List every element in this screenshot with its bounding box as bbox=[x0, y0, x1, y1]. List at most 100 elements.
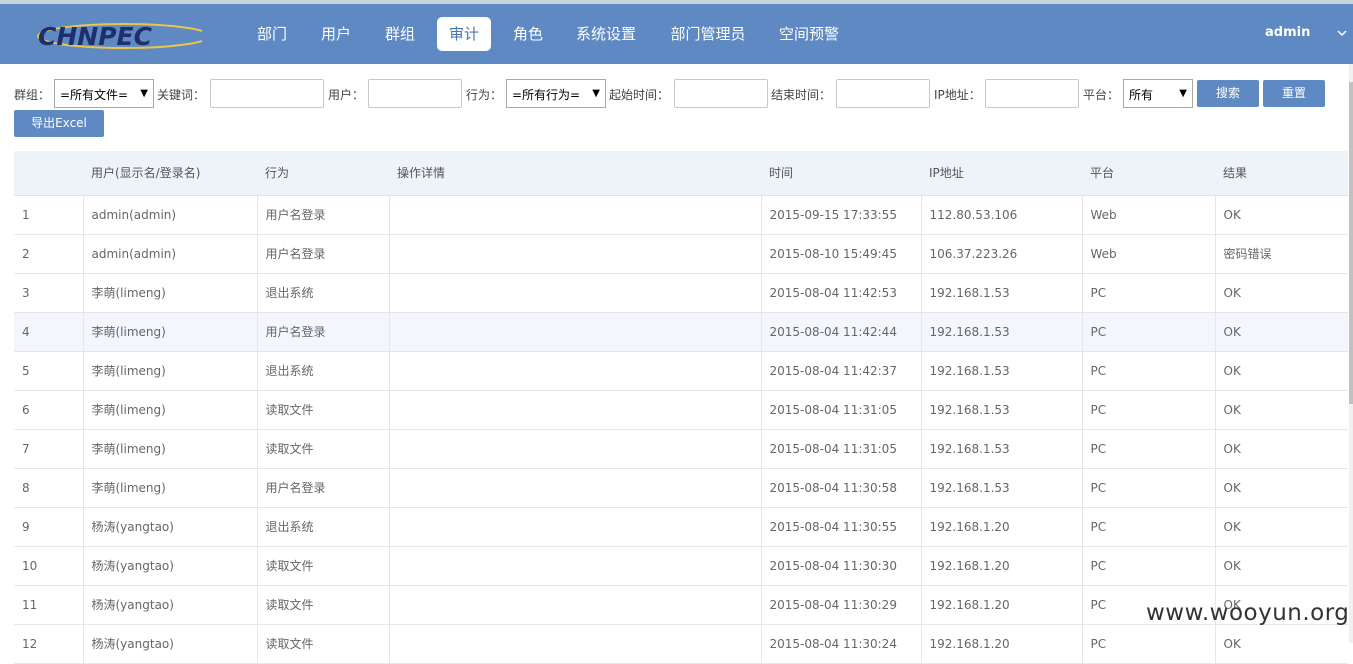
nav-item-roles[interactable]: 角色 bbox=[506, 17, 550, 51]
cell-action: 读取文件 bbox=[257, 585, 390, 625]
cell-details bbox=[389, 390, 762, 430]
cell-platform: PC bbox=[1082, 468, 1216, 508]
nav-item-groups[interactable]: 群组 bbox=[378, 17, 422, 51]
cell-details bbox=[389, 312, 762, 352]
cell-index: 1 bbox=[14, 195, 84, 235]
cell-user: 李萌(limeng) bbox=[83, 429, 258, 469]
cell-time: 2015-09-15 17:33:55 bbox=[761, 195, 922, 235]
cell-index: 4 bbox=[14, 312, 84, 352]
table-row[interactable]: 8 李萌(limeng) 用户名登录 2015-08-04 11:30:58 192.1… bbox=[14, 468, 1348, 508]
end-time-input[interactable] bbox=[836, 79, 930, 108]
keyword-input[interactable] bbox=[210, 79, 324, 108]
cell-action: 用户名登录 bbox=[257, 312, 390, 352]
watermark-text: www.wooyun.org bbox=[1146, 600, 1350, 626]
cell-platform: PC bbox=[1082, 390, 1216, 430]
nav-item-dept-admin[interactable]: 部门管理员 bbox=[664, 17, 752, 51]
cell-ip: 192.168.1.20 bbox=[921, 624, 1083, 664]
cell-ip: 192.168.1.20 bbox=[921, 585, 1083, 625]
cell-user: 李萌(limeng) bbox=[83, 468, 258, 508]
search-button[interactable]: 搜索 bbox=[1197, 80, 1259, 107]
cell-user: 杨涛(yangtao) bbox=[83, 507, 258, 547]
table-row[interactable]: 1 admin(admin) 用户名登录 2015-09-15 17:33:55 112… bbox=[14, 195, 1348, 235]
table-row[interactable]: 5 李萌(limeng) 退出系统 2015-08-04 11:42:37 192.16… bbox=[14, 351, 1348, 391]
column-header-platform: 平台 bbox=[1082, 151, 1215, 196]
cell-ip: 192.168.1.20 bbox=[921, 546, 1083, 586]
cell-result: OK bbox=[1215, 273, 1348, 313]
cell-action: 用户名登录 bbox=[257, 234, 390, 274]
reset-button[interactable]: 重置 bbox=[1263, 80, 1325, 107]
cell-time: 2015-08-04 11:30:24 bbox=[761, 624, 922, 664]
cell-action: 读取文件 bbox=[257, 390, 390, 430]
group-label: 群组： bbox=[14, 88, 51, 102]
nav-item-system-settings[interactable]: 系统设置 bbox=[570, 17, 642, 51]
column-header-index bbox=[14, 151, 83, 196]
table-row[interactable]: 6 李萌(limeng) 读取文件 2015-08-04 11:31:05 192.16… bbox=[14, 390, 1348, 430]
cell-platform: Web bbox=[1082, 234, 1216, 274]
chevron-down-icon[interactable] bbox=[1336, 28, 1348, 38]
cell-platform: PC bbox=[1082, 507, 1216, 547]
cell-platform: PC bbox=[1082, 624, 1216, 664]
table-row[interactable]: 7 李萌(limeng) 读取文件 2015-08-04 11:31:05 192.16… bbox=[14, 429, 1348, 469]
cell-user: admin(admin) bbox=[83, 195, 258, 235]
table-row[interactable]: 9 杨涛(yangtao) 退出系统 2015-08-04 11:30:55 192.1… bbox=[14, 507, 1348, 547]
scrollbar-thumb[interactable] bbox=[1349, 82, 1353, 404]
cell-result: OK bbox=[1215, 624, 1348, 664]
end-time-label: 结束时间： bbox=[771, 88, 832, 102]
export-excel-button[interactable]: 导出Excel bbox=[14, 110, 104, 137]
cell-index: 2 bbox=[14, 234, 84, 274]
cell-platform: PC bbox=[1082, 273, 1216, 313]
user-input[interactable] bbox=[368, 79, 462, 108]
cell-ip: 192.168.1.53 bbox=[921, 351, 1083, 391]
group-select[interactable]: =所有文件= ▼ bbox=[54, 79, 154, 108]
cell-index: 8 bbox=[14, 468, 84, 508]
cell-index: 12 bbox=[14, 624, 84, 664]
column-header-details: 操作详情 bbox=[389, 151, 761, 196]
cell-details bbox=[389, 585, 762, 625]
cell-platform: Web bbox=[1082, 195, 1216, 235]
cell-index: 9 bbox=[14, 507, 84, 547]
cell-ip: 192.168.1.53 bbox=[921, 312, 1083, 352]
platform-select[interactable]: 所有 ▼ bbox=[1123, 79, 1193, 108]
cell-index: 7 bbox=[14, 429, 84, 469]
cell-time: 2015-08-04 11:31:05 bbox=[761, 429, 922, 469]
action-select[interactable]: =所有行为= ▼ bbox=[506, 79, 606, 108]
user-menu[interactable]: admin bbox=[1265, 25, 1310, 40]
table-row[interactable]: 12 杨涛(yangtao) 读取文件 2015-08-04 11:30:24 192.… bbox=[14, 624, 1348, 664]
audit-table: 用户(显示名/登录名) 行为 操作详情 时间 IP地址 平台 结果 1 admin… bbox=[14, 151, 1348, 664]
column-header-user: 用户(显示名/登录名) bbox=[83, 151, 257, 196]
cell-index: 11 bbox=[14, 585, 84, 625]
nav-item-space-alert[interactable]: 空间预警 bbox=[772, 17, 846, 51]
table-row[interactable]: 2 admin(admin) 用户名登录 2015-08-10 15:49:45 106… bbox=[14, 234, 1348, 274]
cell-index: 5 bbox=[14, 351, 84, 391]
cell-platform: PC bbox=[1082, 429, 1216, 469]
group-select-value: =所有文件= bbox=[60, 88, 129, 102]
ip-input[interactable] bbox=[985, 79, 1079, 108]
dropdown-arrow-icon: ▼ bbox=[140, 88, 148, 99]
cell-user: 李萌(limeng) bbox=[83, 390, 258, 430]
start-time-input[interactable] bbox=[674, 79, 768, 108]
nav-item-department[interactable]: 部门 bbox=[250, 17, 294, 51]
platform-label: 平台： bbox=[1083, 88, 1120, 102]
cell-user: 李萌(limeng) bbox=[83, 273, 258, 313]
cell-platform: PC bbox=[1082, 351, 1216, 391]
table-row[interactable]: 4 李萌(limeng) 用户名登录 2015-08-04 11:42:44 192.1… bbox=[14, 312, 1348, 352]
cell-index: 10 bbox=[14, 546, 84, 586]
nav-item-audit[interactable]: 审计 bbox=[437, 17, 491, 51]
table-header-row: 用户(显示名/登录名) 行为 操作详情 时间 IP地址 平台 结果 bbox=[14, 151, 1348, 196]
cell-result: 密码错误 bbox=[1215, 234, 1348, 274]
cell-result: OK bbox=[1215, 546, 1348, 586]
nav-item-users[interactable]: 用户 bbox=[314, 17, 358, 51]
column-header-time: 时间 bbox=[761, 151, 921, 196]
cell-details bbox=[389, 273, 762, 313]
cell-ip: 192.168.1.53 bbox=[921, 273, 1083, 313]
table-row[interactable]: 3 李萌(limeng) 退出系统 2015-08-04 11:42:53 192.16… bbox=[14, 273, 1348, 313]
cell-time: 2015-08-04 11:42:37 bbox=[761, 351, 922, 391]
cell-platform: PC bbox=[1082, 546, 1216, 586]
cell-ip: 112.80.53.106 bbox=[921, 195, 1083, 235]
table-row[interactable]: 10 杨涛(yangtao) 读取文件 2015-08-04 11:30:30 192.… bbox=[14, 546, 1348, 586]
cell-action: 退出系统 bbox=[257, 507, 390, 547]
cell-action: 退出系统 bbox=[257, 351, 390, 391]
cell-action: 用户名登录 bbox=[257, 468, 390, 508]
cell-result: OK bbox=[1215, 507, 1348, 547]
ip-label: IP地址： bbox=[934, 88, 981, 102]
